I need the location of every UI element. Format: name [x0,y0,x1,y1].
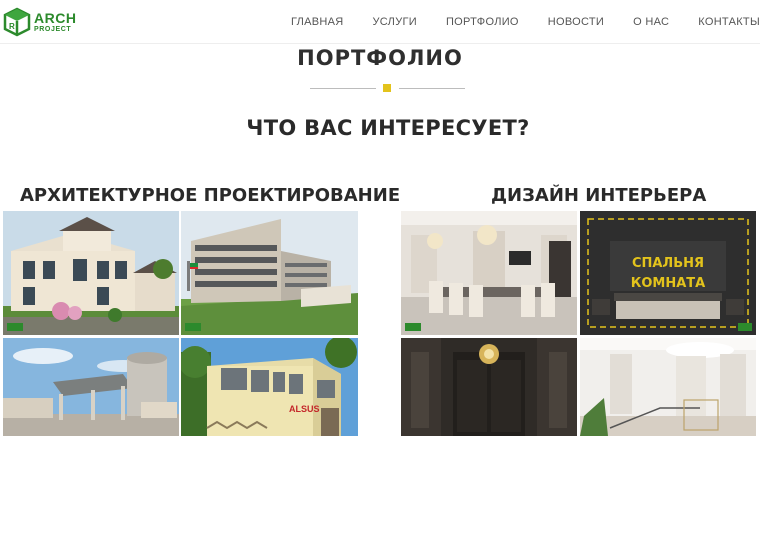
nav-item-about[interactable]: О НАС [633,16,669,28]
category-title-architecture[interactable]: АРХИТЕКТУРНОЕ ПРОЕКТИРОВАНИЕ [20,185,400,206]
interior-image-bedroom[interactable]: СПАЛЬНЯ КОМНАТА [580,211,756,335]
page-title: ПОРТФОЛИО [297,46,463,70]
divider-line-left [310,88,376,89]
logo-main-text: ARCH [34,10,77,26]
architecture-image-industrial[interactable] [3,338,179,436]
interior-image-dining[interactable] [401,211,577,335]
section-subtitle: ЧТО ВАС ИНТЕРЕСУЕТ? [246,116,530,140]
architecture-image-villa[interactable] [3,211,179,335]
divider-line-right [399,88,465,89]
nav-item-portfolio[interactable]: ПОРТФОЛИО [446,16,519,28]
logo-sub-text: PROJECT [34,26,72,33]
category-title-interior[interactable]: ДИЗАЙН ИНТЕРЬЕРА [491,185,706,206]
divider-accent-square [383,84,391,92]
title-divider [310,84,465,92]
site-logo[interactable]: R ARCH PROJECT [2,6,78,38]
main-nav: ГЛАВНАЯ УСЛУГИ ПОРТФОЛИО НОВОСТИ О НАС К… [291,0,760,44]
site-header: R ARCH PROJECT ГЛАВНАЯ УСЛУГИ ПОРТФОЛИО … [0,0,760,44]
architecture-image-office[interactable] [181,211,358,335]
nav-item-home[interactable]: ГЛАВНАЯ [291,16,344,28]
svg-text:R: R [9,22,15,31]
logo-cube-icon: R [3,7,31,37]
interior-image-doors[interactable] [401,338,577,436]
nav-item-contacts[interactable]: КОНТАКТЫ [698,16,760,28]
building-sign-text: ALSUS [289,404,320,414]
architecture-image-warehouse[interactable]: ALSUS [181,338,358,436]
nav-item-services[interactable]: УСЛУГИ [373,16,417,28]
interior-image-hall[interactable] [580,338,756,436]
bedroom-sign-line2: КОМНАТА [631,276,705,291]
nav-item-news[interactable]: НОВОСТИ [548,16,604,28]
bedroom-sign-line1: СПАЛЬНЯ [632,256,704,271]
